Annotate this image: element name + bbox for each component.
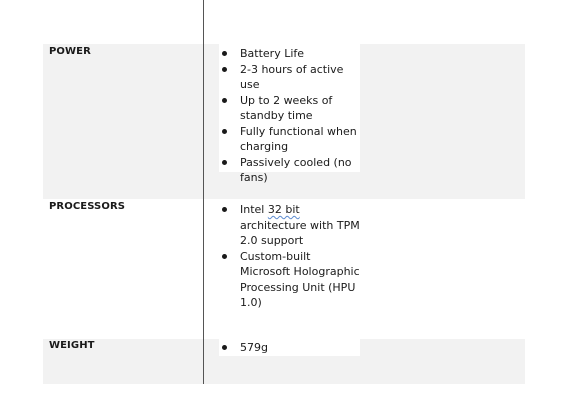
processors-list-cell: Intel 32 bit architecture with TPM 2.0 s… bbox=[219, 200, 360, 311]
list-item-text: architecture with TPM 2.0 support bbox=[240, 218, 360, 248]
power-bullet-list: Battery Life 2-3 hours of active use Up … bbox=[219, 46, 360, 186]
list-item: 2-3 hours of active use bbox=[219, 62, 360, 93]
column-divider bbox=[203, 0, 204, 384]
list-item-text: Intel bbox=[240, 203, 268, 216]
weight-list-cell: 579g bbox=[219, 339, 360, 356]
weight-bullet-list: 579g bbox=[219, 340, 360, 356]
list-item: Fully functional when charging bbox=[219, 124, 360, 155]
row-label-weight: WEIGHT bbox=[49, 340, 95, 351]
row-label-processors: PROCESSORS bbox=[49, 201, 126, 212]
processors-bullet-list: Intel 32 bit architecture with TPM 2.0 s… bbox=[219, 202, 360, 311]
list-item: Intel 32 bit architecture with TPM 2.0 s… bbox=[219, 202, 360, 249]
list-item: Battery Life bbox=[219, 46, 360, 62]
list-item: Custom-built Microsoft Holographic Proce… bbox=[219, 249, 360, 311]
power-list-cell: Battery Life 2-3 hours of active use Up … bbox=[219, 44, 360, 184]
spellcheck-flagged-text[interactable]: 32 bit bbox=[268, 203, 300, 216]
list-item: 579g bbox=[219, 340, 360, 356]
row-label-power: POWER bbox=[49, 46, 91, 57]
list-item: Passively cooled (no fans) bbox=[219, 155, 360, 186]
list-item: Up to 2 weeks of standby time bbox=[219, 93, 360, 124]
